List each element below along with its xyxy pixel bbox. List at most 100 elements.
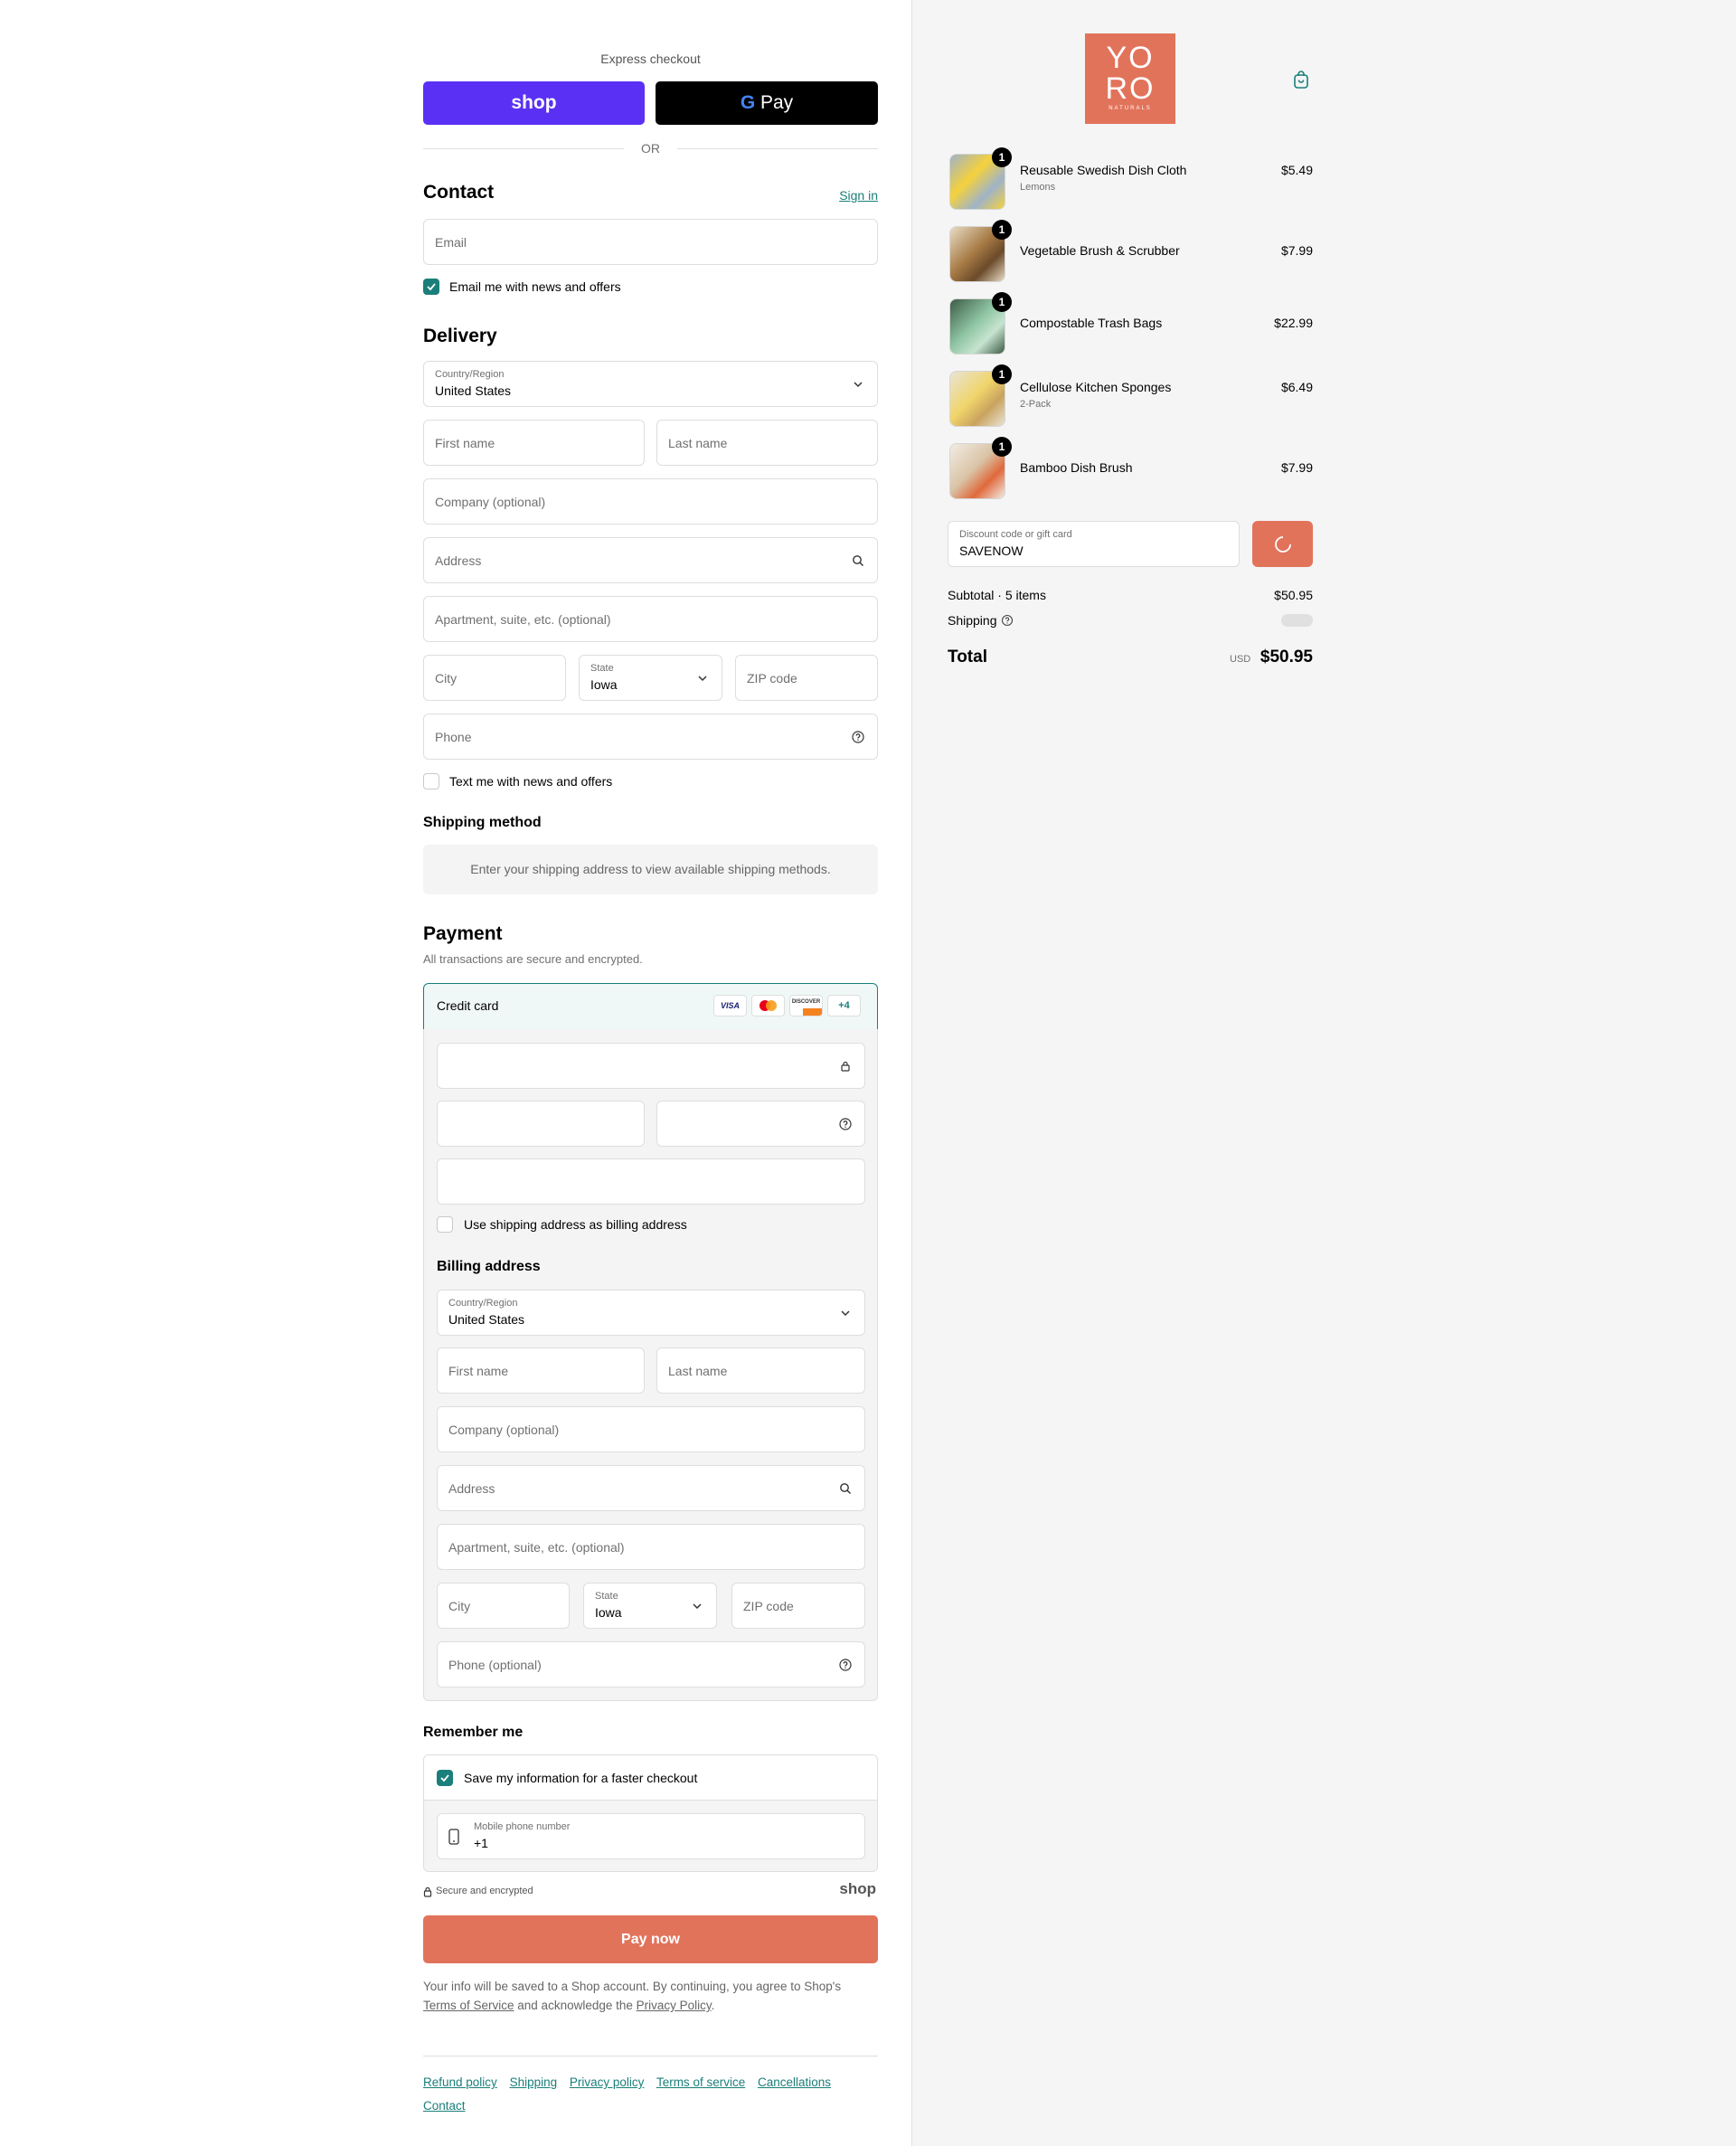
email-field[interactable]: Email (423, 219, 878, 265)
shop-pay-button[interactable]: shop (423, 81, 645, 125)
newsletter-checkbox[interactable] (423, 279, 439, 295)
more-cards-badge: +4 (827, 995, 861, 1016)
discount-code-field[interactable]: Discount code or gift card SAVENOW (948, 521, 1240, 567)
shopping-bag-icon[interactable] (1292, 70, 1310, 90)
google-pay-button[interactable]: G Pay (656, 81, 878, 125)
last-name-field[interactable]: Last name (656, 420, 878, 466)
billing-phone-field[interactable]: Phone (optional) (437, 1641, 865, 1687)
privacy-policy-link[interactable]: Privacy Policy (637, 1999, 712, 2012)
mobile-phone-label: Mobile phone number (474, 1821, 571, 1832)
contact-link[interactable]: Contact (423, 2099, 466, 2113)
item-variant: 2-Pack (1020, 399, 1052, 410)
mobile-phone-value: +1 (474, 1836, 488, 1850)
billing-last-name-field[interactable]: Last name (656, 1347, 865, 1394)
security-code-field[interactable] (656, 1101, 865, 1147)
quantity-badge: 1 (992, 437, 1012, 457)
credit-card-label: Credit card (437, 998, 499, 1013)
billing-zip-field[interactable]: ZIP code (731, 1583, 865, 1629)
company-field[interactable]: Company (optional) (423, 478, 878, 525)
first-name-field[interactable]: First name (423, 420, 645, 466)
phone-field[interactable]: Phone (423, 714, 878, 760)
save-info-checkbox[interactable] (437, 1770, 453, 1786)
pay-now-button[interactable]: Pay now (423, 1915, 878, 1963)
card-number-field[interactable] (437, 1043, 865, 1089)
billing-address-field[interactable]: Address (437, 1465, 865, 1511)
name-on-card-field[interactable] (437, 1158, 865, 1205)
billing-state-select[interactable]: State Iowa (583, 1583, 717, 1629)
footer-links: Refund policy Shipping Privacy policy Te… (423, 2071, 878, 2118)
phone-placeholder: Phone (435, 730, 472, 744)
billing-company-field[interactable]: Company (optional) (437, 1406, 865, 1452)
billing-city-field[interactable]: City (437, 1583, 570, 1629)
item-name: Compostable Trash Bags (1020, 316, 1163, 330)
shipping-loading-placeholder (1281, 614, 1313, 627)
billing-first-name-field[interactable]: First name (437, 1347, 645, 1394)
help-icon[interactable] (839, 1118, 852, 1130)
address-placeholder: Address (435, 553, 482, 568)
chevron-down-icon (854, 382, 863, 388)
credit-card-option[interactable]: Credit card VISA DISCOVER +4 (423, 983, 878, 1030)
help-icon[interactable] (1001, 614, 1014, 627)
billing-country-value: United States (448, 1312, 525, 1327)
legal-mid: and acknowledge the (514, 1999, 637, 2012)
last-name-placeholder: Last name (668, 436, 728, 450)
lock-icon (841, 1061, 850, 1072)
sign-in-link[interactable]: Sign in (839, 188, 878, 203)
logo-line-1: YO (1106, 41, 1155, 75)
address-field[interactable]: Address (423, 537, 878, 583)
store-logo[interactable]: YO RO NATURALS (1085, 33, 1175, 124)
apply-discount-button[interactable] (1252, 521, 1313, 567)
refund-policy-link[interactable]: Refund policy (423, 2075, 497, 2089)
chevron-down-icon (698, 676, 707, 682)
cancellations-link[interactable]: Cancellations (758, 2075, 831, 2089)
billing-apartment-field[interactable]: Apartment, suite, etc. (optional) (437, 1524, 865, 1570)
billing-state-label: State (595, 1591, 618, 1602)
billing-phone-placeholder: Phone (optional) (448, 1658, 542, 1672)
mobile-phone-field[interactable]: Mobile phone number +1 (437, 1813, 865, 1859)
use-shipping-checkbox[interactable] (437, 1216, 453, 1233)
first-name-placeholder: First name (435, 436, 495, 450)
help-icon[interactable] (839, 1659, 852, 1671)
item-variant: Lemons (1020, 182, 1056, 193)
item-name: Bamboo Dish Brush (1020, 460, 1133, 475)
state-select[interactable]: State Iowa (579, 655, 722, 701)
expiration-field[interactable] (437, 1101, 645, 1147)
total-label: Total (948, 648, 987, 666)
terms-of-service-footer-link[interactable]: Terms of service (656, 2075, 745, 2089)
contact-heading: Contact (423, 182, 495, 203)
item-name: Reusable Swedish Dish Cloth (1020, 163, 1187, 177)
sms-checkbox[interactable] (423, 773, 439, 789)
billing-first-name-placeholder: First name (448, 1364, 509, 1378)
shipping-method-notice: Enter your shipping address to view avai… (423, 845, 878, 894)
terms-of-service-link[interactable]: Terms of Service (423, 1999, 514, 2012)
quantity-badge: 1 (992, 292, 1012, 312)
billing-country-label: Country/Region (448, 1298, 518, 1309)
subtotal-label: Subtotal · 5 items (948, 588, 1046, 602)
check-icon (440, 1774, 449, 1782)
billing-apartment-placeholder: Apartment, suite, etc. (optional) (448, 1540, 625, 1555)
cart-item: 1 Compostable Trash Bags $22.99 (948, 292, 1327, 357)
cart-item: 1 Bamboo Dish Brush $7.99 (948, 437, 1327, 502)
zip-field[interactable]: ZIP code (735, 655, 878, 701)
total-value: $50.95 (1260, 648, 1313, 666)
apartment-field[interactable]: Apartment, suite, etc. (optional) (423, 596, 878, 642)
logo-line-2: RO (1105, 71, 1156, 106)
state-label: State (590, 663, 614, 674)
secure-text: Secure and encrypted (436, 1886, 533, 1896)
item-price: $5.49 (1280, 163, 1313, 177)
discover-icon: DISCOVER (789, 995, 823, 1016)
billing-country-select[interactable]: Country/Region United States (437, 1290, 865, 1336)
item-price: $7.99 (1280, 460, 1313, 475)
item-name: Cellulose Kitchen Sponges (1020, 380, 1172, 394)
help-icon[interactable] (852, 731, 864, 743)
city-field[interactable]: City (423, 655, 566, 701)
discover-label: DISCOVER (791, 999, 821, 1005)
chevron-down-icon (693, 1603, 702, 1610)
billing-company-placeholder: Company (optional) (448, 1423, 560, 1437)
company-placeholder: Company (optional) (435, 495, 546, 509)
privacy-policy-footer-link[interactable]: Privacy policy (570, 2075, 645, 2089)
shipping-policy-link[interactable]: Shipping (510, 2075, 558, 2089)
payment-subtitle: All transactions are secure and encrypte… (423, 952, 643, 966)
billing-state-value: Iowa (595, 1605, 622, 1620)
country-select[interactable]: Country/Region United States (423, 361, 878, 407)
